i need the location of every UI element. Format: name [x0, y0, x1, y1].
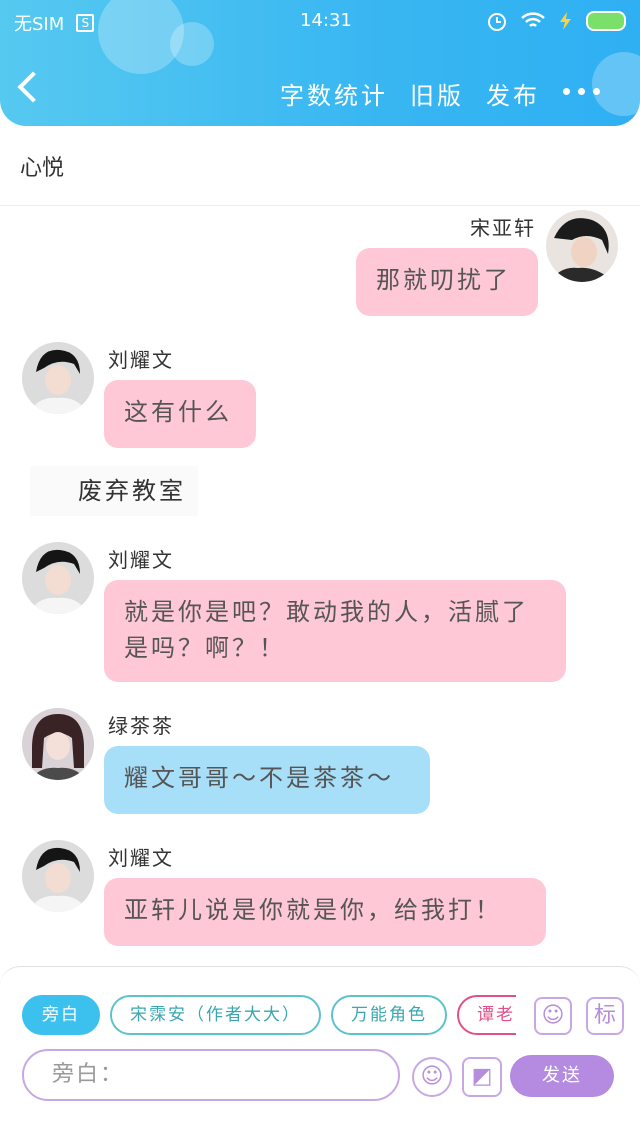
narration-block[interactable]: 废弃教室	[30, 466, 198, 516]
role-chip-universal[interactable]: 万能角色	[331, 995, 447, 1035]
message-bubble[interactable]: 那就叨扰了	[356, 248, 538, 316]
message-bubble[interactable]: 就是你是吧？敢动我的人，活腻了是吗？啊？！	[104, 580, 566, 682]
wifi-icon	[521, 12, 545, 27]
old-version-button[interactable]: 旧版	[410, 76, 464, 111]
message-bubble[interactable]: 亚轩儿说是你就是你，给我打！	[104, 878, 546, 946]
message-input[interactable]: 旁白：	[22, 1049, 400, 1101]
avatar-liu-yaowen[interactable]	[22, 342, 94, 414]
status-left: 无SIM S	[14, 10, 95, 36]
send-button[interactable]: 发送	[510, 1055, 614, 1097]
sender-name: 宋亚轩	[470, 216, 536, 240]
image-icon[interactable]: ◩	[462, 1057, 502, 1097]
alarm-icon	[488, 13, 506, 31]
carrier-label: 无SIM	[14, 14, 65, 35]
role-chips: 旁白 宋霂安（作者大大） 万能角色 谭老	[22, 995, 516, 1037]
charging-icon	[560, 12, 571, 30]
nav-actions: 字数统计 旧版 发布	[280, 76, 540, 111]
role-manage-icon[interactable]: ☺	[534, 997, 572, 1035]
avatar-lv-chacha[interactable]	[22, 708, 94, 780]
message-bubble[interactable]: 耀文哥哥～不是茶茶～	[104, 746, 430, 814]
sender-name: 刘耀文	[108, 846, 174, 870]
story-title: 心悦	[20, 156, 65, 181]
emoji-icon[interactable]: ☺	[412, 1057, 452, 1097]
sender-name: 刘耀文	[108, 548, 174, 572]
avatar-liu-yaowen[interactable]	[22, 840, 94, 912]
role-chip-narrator[interactable]: 旁白	[22, 995, 100, 1035]
tag-icon[interactable]: 标	[586, 997, 624, 1035]
message-bubble[interactable]: 这有什么	[104, 380, 256, 448]
sim-icon: S	[76, 14, 95, 32]
nav-bar: 字数统计 旧版 发布	[0, 66, 640, 116]
sender-name: 绿茶茶	[108, 714, 174, 738]
publish-button[interactable]: 发布	[486, 76, 540, 111]
status-right	[486, 10, 626, 32]
role-chip-tan[interactable]: 谭老	[457, 995, 516, 1035]
story-title-row[interactable]: 心悦	[0, 126, 640, 206]
battery-icon	[586, 11, 626, 31]
composer-panel: 旁白 宋霂安（作者大大） 万能角色 谭老 ☺ 标 旁白： ☺ ◩ 发送	[0, 966, 640, 1106]
avatar-song-yaxuan[interactable]	[546, 210, 618, 282]
chevron-left-icon[interactable]	[17, 71, 49, 103]
sender-name: 刘耀文	[108, 348, 174, 372]
more-dots-icon[interactable]	[563, 88, 600, 95]
status-time: 14:31	[300, 10, 352, 31]
avatar-liu-yaowen[interactable]	[22, 542, 94, 614]
word-count-button[interactable]: 字数统计	[280, 76, 388, 111]
role-chip-author[interactable]: 宋霂安（作者大大）	[110, 995, 321, 1035]
status-bar: 无SIM S 14:31	[0, 0, 640, 44]
app-header: 无SIM S 14:31 字数统计 旧版 发布	[0, 0, 640, 126]
